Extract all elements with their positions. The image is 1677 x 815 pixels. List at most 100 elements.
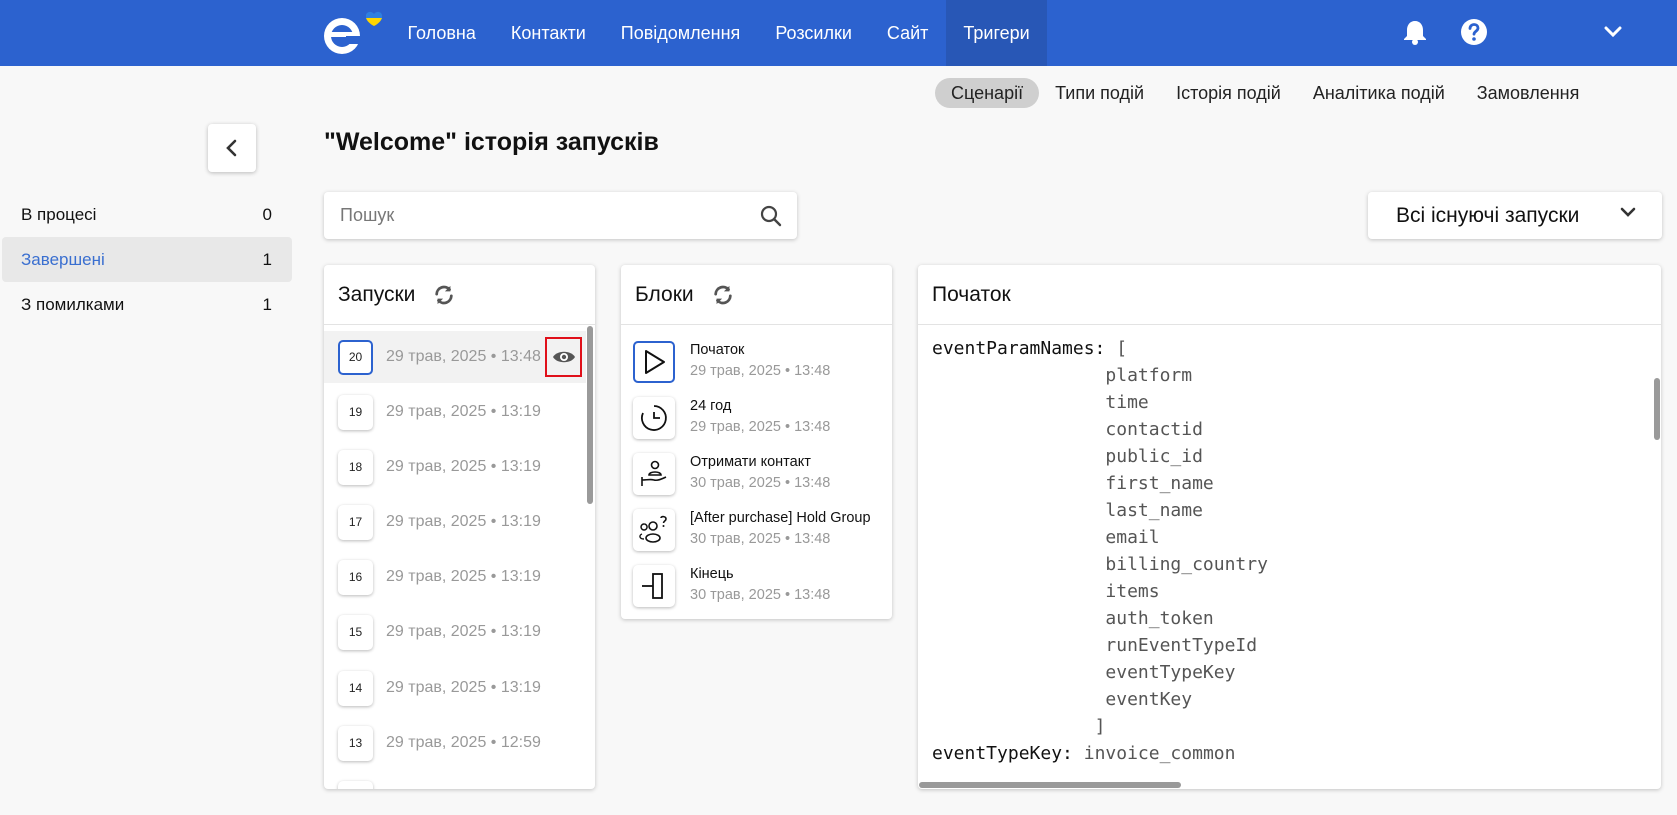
end-icon	[633, 565, 675, 607]
detail-horizontal-scrollbar[interactable]	[919, 782, 1181, 788]
block-item[interactable]: Початок 29 трав, 2025 • 13:48	[633, 335, 883, 385]
run-row[interactable]: 18 29 трав, 2025 • 13:19	[324, 441, 586, 493]
code-param: time	[1105, 392, 1149, 413]
top-navbar: Головна Контакти Повідомлення Розсилки С…	[0, 0, 1677, 66]
tab-orders[interactable]: Замовлення	[1461, 78, 1596, 108]
nav-item-contacts[interactable]: Контакти	[493, 0, 603, 66]
block-item[interactable]: [After purchase] Hold Group 30 трав, 202…	[633, 503, 883, 553]
bell-icon[interactable]	[1397, 14, 1433, 50]
block-name: 24 год	[690, 398, 732, 414]
nav-item-messages[interactable]: Повідомлення	[603, 0, 758, 66]
tab-event-types[interactable]: Типи подій	[1039, 78, 1160, 108]
block-date: 30 трав, 2025 • 13:48	[690, 587, 831, 603]
sidebar-item-with-errors[interactable]: З помилками 1	[2, 282, 292, 327]
nav-item-campaigns[interactable]: Розсилки	[758, 0, 870, 66]
run-row[interactable]: 16 29 трав, 2025 • 13:19	[324, 551, 586, 603]
code-key: eventTypeKey:	[932, 743, 1073, 764]
run-date: 29 трав, 2025 • 13:19	[386, 513, 541, 530]
run-date: 29 трав, 2025 • 13:19	[386, 458, 541, 475]
event-params-view: eventParamNames: [ platform time contact…	[932, 335, 1268, 767]
run-row[interactable]: 14 29 трав, 2025 • 13:19	[324, 662, 586, 714]
block-date: 30 трав, 2025 • 13:48	[690, 531, 831, 547]
chevron-down-icon	[1620, 207, 1636, 217]
run-number: 18	[338, 449, 373, 485]
nav-item-site[interactable]: Сайт	[869, 0, 946, 66]
runs-scrollbar[interactable]	[587, 326, 593, 504]
run-row[interactable]: 20 29 трав, 2025 • 13:48	[324, 331, 586, 383]
main-nav: Головна Контакти Повідомлення Розсилки С…	[390, 0, 1048, 66]
run-date: 29 трав, 2025 • 12:59	[386, 734, 541, 751]
run-row[interactable]: 13 29 трав, 2025 • 12:59	[324, 717, 586, 769]
page-title: "Welcome" історія запусків	[324, 128, 659, 156]
code-param: platform	[1105, 365, 1193, 386]
code-param: eventTypeKey	[1105, 662, 1236, 683]
block-name: [After purchase] Hold Group	[690, 510, 871, 526]
blocks-panel-header: Блоки	[621, 265, 892, 325]
code-param: first_name	[1105, 473, 1214, 494]
run-date: 29 трав, 2025 • 13:48	[386, 348, 541, 365]
runs-panel: Запуски 20 29 трав, 2025 • 13:48 19 29 т…	[324, 265, 595, 789]
sidebar-item-completed[interactable]: Завершені 1	[2, 237, 292, 282]
esputnik-logo[interactable]	[322, 6, 388, 58]
clock-icon	[633, 397, 675, 439]
hand-user-icon	[633, 453, 675, 495]
code-close-bracket: ]	[1094, 716, 1106, 737]
runs-filter-label: Всі існуючі запуски	[1396, 203, 1580, 227]
code-param: eventKey	[1105, 689, 1193, 710]
runs-filter-dropdown[interactable]: Всі існуючі запуски	[1368, 192, 1662, 239]
code-param: public_id	[1105, 446, 1203, 467]
nav-item-home[interactable]: Головна	[390, 0, 493, 66]
run-number: 19	[338, 394, 373, 430]
code-value: invoice_common	[1083, 743, 1236, 764]
run-number: 13	[338, 725, 373, 761]
block-item[interactable]: 24 год 29 трав, 2025 • 13:48	[633, 391, 883, 441]
status-filter-list: В процесі 0 Завершені 1 З помилками 1	[2, 192, 292, 327]
run-number: 16	[338, 559, 373, 595]
sub-nav: Сценарії Типи подій Історія подій Аналіт…	[935, 78, 1595, 108]
run-number: 14	[338, 670, 373, 706]
detail-panel-title: Початок	[932, 282, 1011, 306]
run-row[interactable]: 19 29 трав, 2025 • 13:19	[324, 386, 586, 438]
sidebar-item-in-progress[interactable]: В процесі 0	[2, 192, 292, 237]
blocks-panel: Блоки Початок 29 трав, 2025 • 13:48 24 г…	[621, 265, 892, 619]
run-row-partial[interactable]	[324, 772, 586, 789]
run-date: 29 трав, 2025 • 13:19	[386, 568, 541, 585]
account-chevron-down-icon[interactable]	[1595, 14, 1631, 50]
run-row[interactable]: 15 29 трав, 2025 • 13:19	[324, 606, 586, 658]
block-date: 29 трав, 2025 • 13:48	[690, 419, 831, 435]
code-open-bracket: [	[1116, 338, 1128, 359]
run-number: 20	[338, 339, 373, 375]
block-date: 29 трав, 2025 • 13:48	[690, 363, 831, 379]
block-name: Отримати контакт	[690, 454, 811, 470]
sidebar-item-count: 1	[262, 294, 272, 314]
code-param: email	[1105, 527, 1160, 548]
block-item[interactable]: Кінець 30 трав, 2025 • 13:48	[633, 559, 883, 609]
tab-scenarios[interactable]: Сценарії	[935, 78, 1040, 108]
detail-vertical-scrollbar[interactable]	[1654, 378, 1660, 440]
sidebar-item-count: 1	[262, 249, 272, 269]
help-icon[interactable]	[1456, 14, 1492, 50]
detail-panel-header: Початок	[918, 265, 1661, 325]
block-date: 30 трав, 2025 • 13:48	[690, 475, 831, 491]
tab-event-analytics[interactable]: Аналітика подій	[1297, 78, 1461, 108]
run-row[interactable]: 17 29 трав, 2025 • 13:19	[324, 496, 586, 548]
refresh-icon[interactable]	[712, 284, 734, 306]
search-icon[interactable]	[759, 204, 783, 228]
collapse-sidebar-button[interactable]	[208, 124, 256, 172]
block-name: Кінець	[690, 566, 734, 582]
code-param: contactid	[1105, 419, 1203, 440]
sidebar-item-label: В процесі	[21, 204, 97, 224]
run-date: 29 трав, 2025 • 13:19	[386, 403, 541, 420]
sidebar-item-count: 0	[262, 204, 272, 224]
play-icon	[633, 341, 675, 383]
blocks-panel-title: Блоки	[635, 282, 694, 306]
nav-item-triggers[interactable]: Тригери	[945, 0, 1048, 66]
search-input[interactable]	[340, 192, 740, 239]
view-run-button[interactable]	[545, 337, 582, 377]
group-question-icon	[633, 509, 675, 551]
code-param: auth_token	[1105, 608, 1214, 629]
code-param: runEventTypeId	[1105, 635, 1258, 656]
block-item[interactable]: Отримати контакт 30 трав, 2025 • 13:48	[633, 447, 883, 497]
tab-event-history[interactable]: Історія подій	[1160, 78, 1297, 108]
refresh-icon[interactable]	[433, 284, 455, 306]
